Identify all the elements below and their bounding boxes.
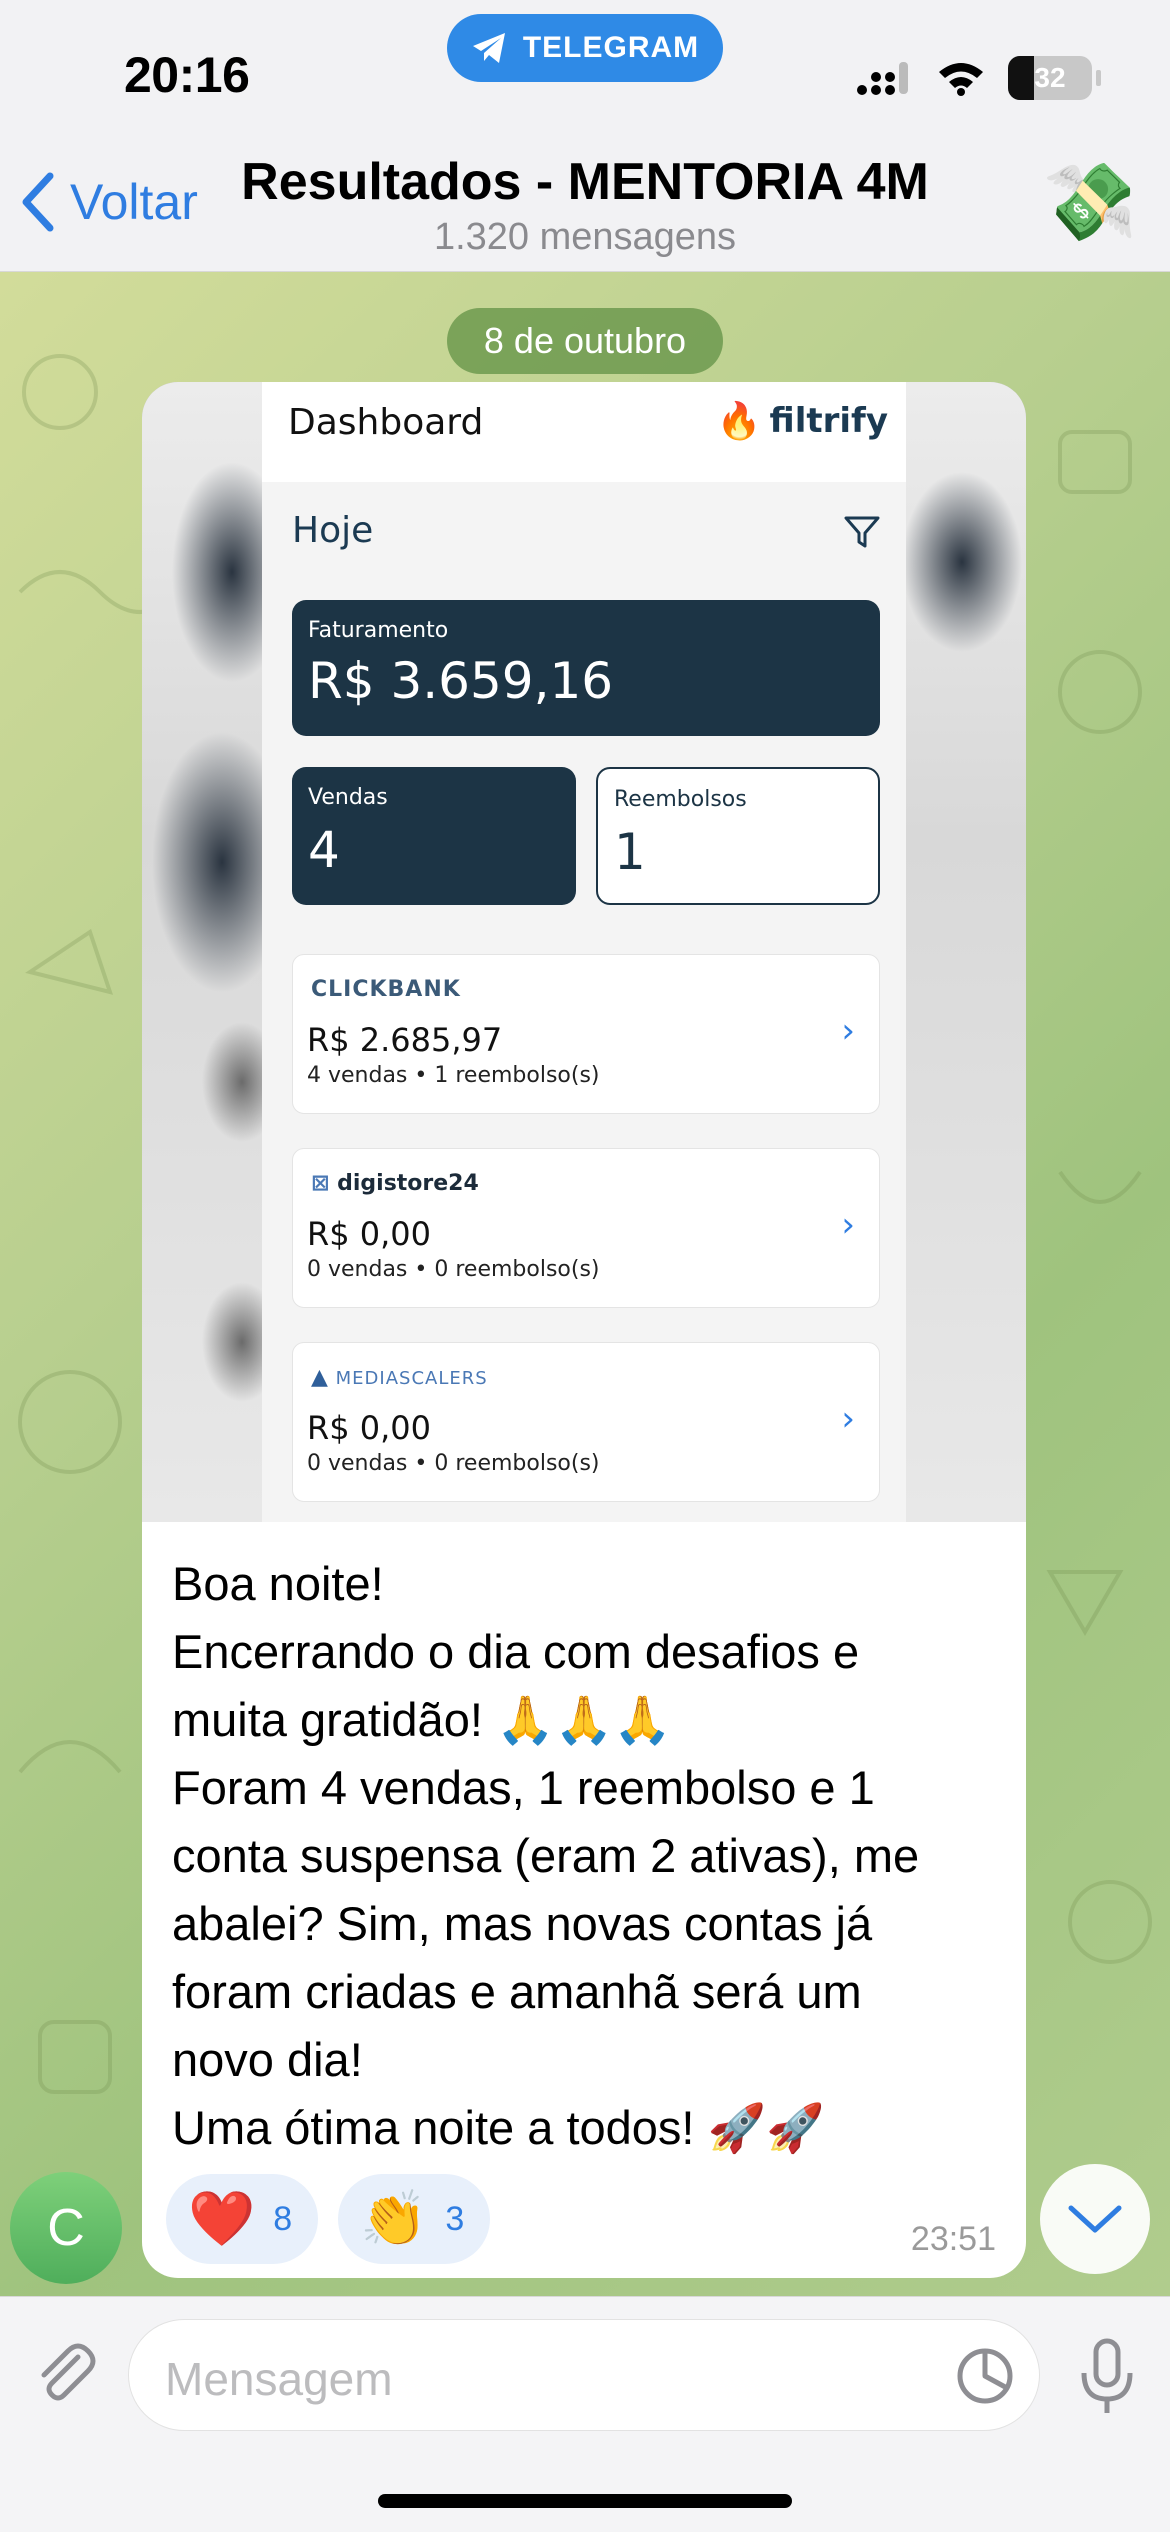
revenue-value: R$ 3.659,16: [308, 652, 614, 710]
home-indicator[interactable]: [378, 2494, 792, 2508]
dashboard-screenshot: Dashboard 🔥 filtrify Hoje Faturamento R$…: [262, 382, 906, 1522]
flame-icon: 🔥: [716, 401, 762, 442]
chat-title[interactable]: Resultados - MENTORIA 4M: [0, 152, 1170, 212]
brand-name: filtrify: [769, 401, 889, 441]
battery-level: 32: [1034, 62, 1066, 93]
heart-icon: ❤️: [188, 2188, 256, 2249]
reaction-clap[interactable]: 👏 3: [338, 2174, 491, 2264]
sender-avatar[interactable]: C: [10, 2172, 122, 2284]
message-line: Boa noite!: [172, 1557, 384, 1610]
reaction-count: 3: [445, 2199, 465, 2238]
platform-card-clickbank: CLICKBANK R$ 2.685,97 4 vendas • 1 reemb…: [292, 954, 880, 1114]
reactions-bar: ❤️ 8 👏 3: [166, 2174, 491, 2264]
telegram-plane-icon: [472, 33, 505, 63]
mediascalers-logo-text: MEDIASCALERS: [335, 1368, 488, 1389]
clapping-hands-icon: 👏: [360, 2188, 428, 2249]
telegram-return-pill[interactable]: TELEGRAM: [447, 14, 723, 82]
sales-label: Vendas: [308, 785, 388, 810]
sticker-icon[interactable]: [955, 2346, 1015, 2406]
cellular-signal-icon: [857, 62, 908, 95]
clickbank-logo: CLICKBANK: [311, 977, 461, 1002]
message-bubble[interactable]: Dashboard 🔥 filtrify Hoje Faturamento R$…: [142, 382, 1026, 2278]
money-with-wings-icon[interactable]: 💸: [1040, 152, 1140, 252]
digistore24-logo-text: digistore24: [337, 1171, 479, 1196]
scroll-down-button[interactable]: [1040, 2164, 1150, 2274]
message-text: Boa noite! Encerrando o dia com desafios…: [172, 1550, 1002, 2162]
platform-meta: 0 vendas • 0 reembolso(s): [307, 1257, 600, 1282]
filter-icon: [844, 516, 880, 548]
status-icons: 32: [856, 56, 1101, 100]
chat-header: Voltar Resultados - MENTORIA 4M 1.320 me…: [0, 130, 1170, 272]
revenue-card: Faturamento R$ 3.659,16: [292, 600, 880, 736]
revenue-label: Faturamento: [308, 618, 449, 643]
dashboard-topbar: Dashboard 🔥 filtrify: [262, 382, 906, 482]
mediascalers-logo: ▲ MEDIASCALERS: [311, 1365, 488, 1390]
paperclip-icon[interactable]: [30, 2339, 100, 2409]
message-line: conta suspensa (eram 2 ativas), me: [172, 1829, 920, 1882]
sales-card: Vendas 4: [292, 767, 576, 905]
chevron-right-icon: ›: [841, 1205, 855, 1245]
reaction-heart[interactable]: ❤️ 8: [166, 2174, 319, 2264]
platform-meta: 4 vendas • 1 reembolso(s): [307, 1063, 600, 1088]
platform-amount: R$ 0,00: [307, 1215, 432, 1253]
message-time: 23:51: [910, 2220, 996, 2258]
chat-subtitle: 1.320 mensagens: [433, 216, 737, 258]
status-bar: 20:16 TELEGRAM 32: [0, 0, 1170, 130]
chevron-down-icon: [1068, 2205, 1122, 2233]
digistore-icon: ⊠: [311, 1171, 330, 1196]
refunds-label: Reembolsos: [614, 787, 747, 812]
digistore24-logo: ⊠ digistore24: [311, 1171, 479, 1196]
reaction-count: 8: [273, 2199, 293, 2238]
refunds-value: 1: [614, 823, 646, 881]
date-separator: 8 de outubro: [447, 308, 723, 374]
wifi-icon: [939, 63, 983, 96]
platform-amount: R$ 0,00: [307, 1409, 432, 1447]
status-time: 20:16: [124, 47, 250, 103]
message-line: Foram 4 vendas, 1 reembolso e 1: [172, 1761, 875, 1814]
platform-card-digistore24: ⊠ digistore24 R$ 0,00 0 vendas • 0 reemb…: [292, 1148, 880, 1308]
battery-icon: 32: [1008, 56, 1101, 100]
mediascalers-icon: ▲: [311, 1365, 329, 1390]
message-photo[interactable]: Dashboard 🔥 filtrify Hoje Faturamento R$…: [142, 382, 1026, 1522]
message-input-placeholder: Mensagem: [165, 2353, 393, 2405]
message-line: novo dia!: [172, 2033, 363, 2086]
chevron-right-icon: ›: [841, 1011, 855, 1051]
chat-area[interactable]: 8 de outubro Dashboard 🔥 filtrify Hoje F…: [0, 272, 1170, 2296]
brand-logo: 🔥 filtrify: [717, 400, 888, 442]
message-line: abalei? Sim, mas novas contas já: [172, 1897, 873, 1950]
message-line: Encerrando o dia com desafios e: [172, 1625, 860, 1678]
microphone-icon[interactable]: [1072, 2337, 1142, 2417]
sales-value: 4: [308, 821, 340, 879]
telegram-pill-label: TELEGRAM: [522, 31, 700, 64]
message-input[interactable]: Mensagem: [128, 2319, 1040, 2431]
dashboard-title: Dashboard: [288, 402, 484, 443]
chevron-right-icon: ›: [841, 1399, 855, 1439]
message-line: foram criadas e amanhã será um: [172, 1965, 862, 2018]
message-line: muita gratidão! 🙏🙏🙏: [172, 1693, 672, 1746]
message-line: Uma ótima noite a todos! 🚀🚀: [172, 2101, 825, 2154]
platform-meta: 0 vendas • 0 reembolso(s): [307, 1451, 600, 1476]
period-label: Hoje: [292, 510, 374, 551]
refunds-card: Reembolsos 1: [596, 767, 880, 905]
platform-card-mediascalers: ▲ MEDIASCALERS R$ 0,00 0 vendas • 0 reem…: [292, 1342, 880, 1502]
platform-amount: R$ 2.685,97: [307, 1021, 503, 1059]
